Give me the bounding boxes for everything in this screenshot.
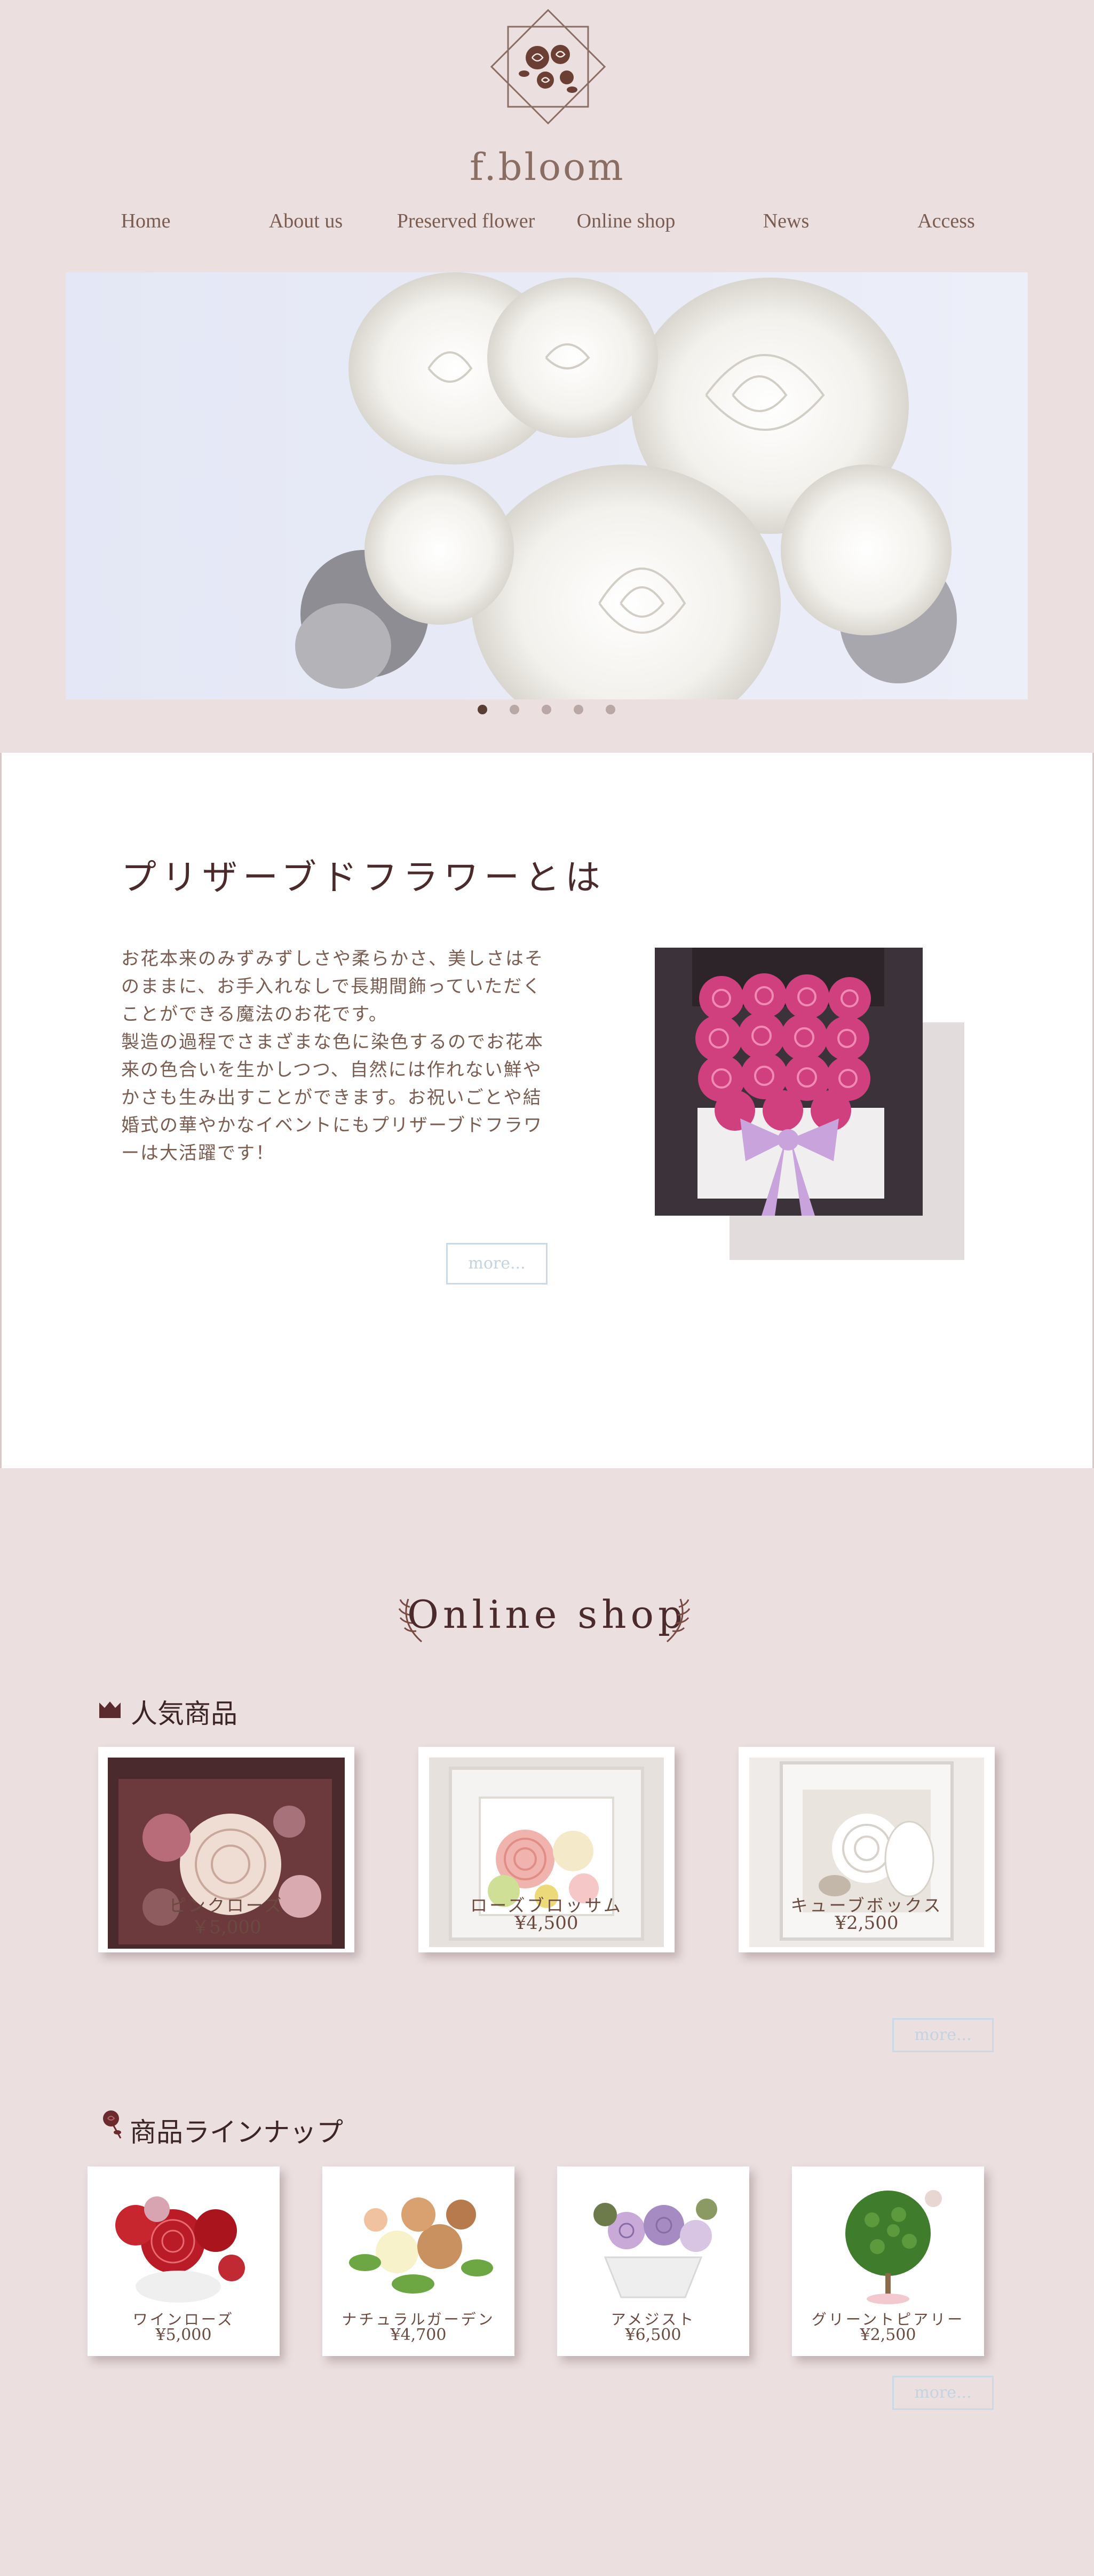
slider-dot-2[interactable]	[510, 705, 519, 714]
product-card[interactable]: ナチュラルガーデン ¥4,700	[322, 2167, 514, 2356]
pink-rose-box-photo	[655, 948, 923, 1216]
nav-item-preserved-flower[interactable]: Preserved flower	[386, 209, 546, 233]
product-card[interactable]: キューブボックス ¥2,500	[739, 1747, 995, 1952]
product-image	[98, 2177, 269, 2308]
white-roses-photo	[66, 272, 1028, 699]
about-line: 婚式の華やかなイベントにもプリザーブドフラワ	[121, 1115, 543, 1136]
logo-text: f.bloom	[470, 145, 625, 189]
product-price: ￥5,000	[191, 1917, 261, 1938]
about-line: 製造の過程でさまざまな色に染色するのでお花本	[121, 1031, 544, 1053]
product-card[interactable]: アメジスト ¥6,500	[557, 2167, 749, 2356]
main-nav: Home About us Preserved flower Online sh…	[64, 209, 1030, 241]
crown-icon	[99, 1701, 121, 1718]
product-card[interactable]: グリーントピアリー ¥2,500	[792, 2167, 984, 2356]
popular-more-button[interactable]: more...	[892, 2018, 994, 2052]
slider-dot-3[interactable]	[542, 705, 551, 714]
slider-dots	[0, 705, 1094, 715]
about-line: お花本来のみずみずしさや柔らかさ、美しさはそ	[121, 948, 544, 970]
product-image	[333, 2177, 504, 2308]
popular-heading: 人気商品	[131, 1698, 237, 1729]
lineup-more-button[interactable]: more...	[892, 2376, 994, 2410]
nav-item-access[interactable]: Access	[866, 209, 1026, 233]
nav-item-online-shop[interactable]: Online shop	[546, 209, 706, 233]
product-price: ¥4,500	[514, 1912, 578, 1934]
about-line: 来の色合いを生かしつつ、自然には作れない鮮や	[121, 1059, 542, 1081]
product-card[interactable]: ピンクローズ ￥5,000	[98, 1747, 354, 1952]
about-line: ことができる魔法のお花です。	[121, 1004, 388, 1025]
nav-item-home[interactable]: Home	[66, 209, 226, 233]
about-title: プリザーブドフラワーとは	[121, 857, 606, 898]
about-more-button[interactable]: more...	[446, 1243, 548, 1285]
online-shop-section: Online shop 人気商品 ピンクローズ ￥5,000 ローズブロッサム …	[0, 1468, 1094, 2576]
site-header: f.bloom Home About us Preserved flower O…	[0, 0, 1094, 753]
lineup-heading: 商品ラインナップ	[130, 2117, 343, 2148]
product-image	[568, 2177, 739, 2308]
slider-dot-1[interactable]	[478, 705, 487, 714]
product-card[interactable]: ワインローズ ¥5,000	[88, 2167, 280, 2356]
online-shop-title: Online shop	[407, 1592, 687, 1637]
laurel-right-icon	[667, 1598, 691, 1643]
slider-dot-4[interactable]	[574, 705, 583, 714]
about-description: お花本来のみずみずしさや柔らかさ、美しさはそ のままに、お手入れなしで長期間飾っ…	[121, 945, 548, 1167]
logo[interactable]: f.bloom	[470, 0, 624, 198]
about-line: のままに、お手入れなしで長期間飾っていただく	[121, 976, 542, 997]
about-line: ーは大活躍です！	[121, 1143, 275, 1164]
product-image	[803, 2177, 973, 2308]
rose-icon	[103, 2110, 122, 2139]
product-price: ¥2,500	[860, 2326, 916, 2344]
slider-dot-5[interactable]	[606, 705, 615, 714]
product-price: ¥2,500	[835, 1912, 899, 1934]
about-section: プリザーブドフラワーとは お花本来のみずみずしさや柔らかさ、美しさはそ のままに…	[0, 753, 1094, 1468]
rose-logo-icon	[490, 9, 606, 125]
nav-item-about[interactable]: About us	[226, 209, 386, 233]
product-price: ¥6,500	[625, 2326, 681, 2344]
nav-item-news[interactable]: News	[706, 209, 866, 233]
product-price: ¥5,000	[155, 2326, 212, 2344]
about-line: かさも生み出すことができます。お祝いごとや結	[121, 1087, 542, 1108]
product-card[interactable]: ローズブロッサム ¥4,500	[418, 1747, 675, 1952]
hero-slider-image[interactable]	[66, 272, 1028, 699]
product-price: ¥4,700	[390, 2326, 447, 2344]
